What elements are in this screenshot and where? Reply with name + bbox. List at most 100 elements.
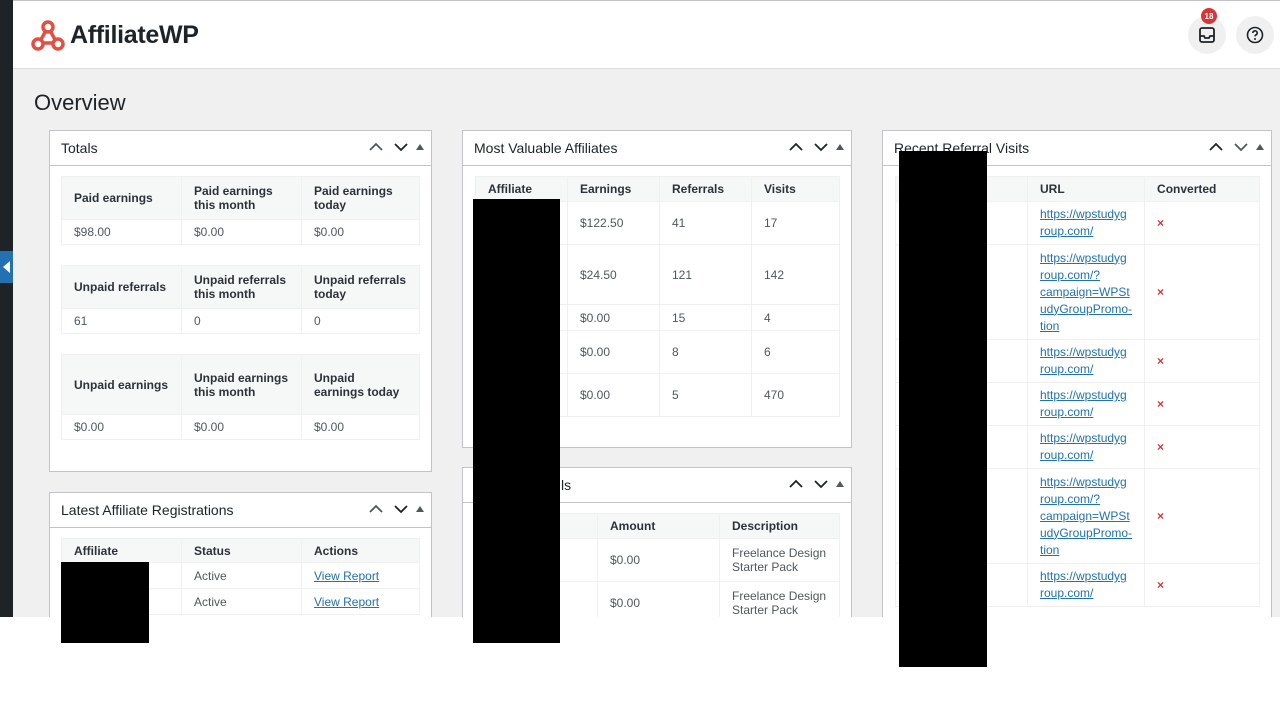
chevron-up-icon[interactable] bbox=[783, 137, 808, 157]
earnings-cell: $122.50 bbox=[567, 201, 660, 245]
chevron-up-icon[interactable] bbox=[1203, 137, 1228, 157]
widget-controls bbox=[783, 137, 847, 157]
toggle-arrow-icon[interactable] bbox=[1253, 137, 1267, 157]
amount-cell: $0.00 bbox=[597, 581, 720, 617]
brand-logo[interactable]: AffiliateWP bbox=[31, 19, 199, 51]
not-converted-icon: × bbox=[1157, 285, 1165, 299]
column-header: Amount bbox=[597, 513, 720, 539]
redaction-block bbox=[61, 617, 149, 643]
column-header: Paid earnings today bbox=[301, 176, 420, 220]
widget-header: Latest Affiliate Registrations bbox=[50, 493, 431, 528]
view-report-link[interactable]: View Report bbox=[314, 569, 379, 583]
widget-controls bbox=[363, 137, 427, 157]
visits-cell: 6 bbox=[751, 330, 840, 374]
column-header: Affiliate bbox=[61, 538, 182, 563]
converted-cell: × bbox=[1144, 382, 1260, 426]
chevron-down-icon[interactable] bbox=[388, 499, 413, 519]
toggle-arrow-icon[interactable] bbox=[833, 137, 847, 157]
table-cell: 61 bbox=[61, 308, 182, 334]
converted-cell: × bbox=[1144, 425, 1260, 469]
toggle-arrow-icon[interactable] bbox=[833, 474, 847, 494]
widget-header: Totals bbox=[50, 131, 431, 166]
visit-url-link[interactable]: https://wpstudyg roup.com/ bbox=[1040, 431, 1127, 462]
converted-cell: × bbox=[1144, 468, 1260, 564]
widget-title: Totals bbox=[61, 140, 98, 156]
column-header: Visits bbox=[751, 176, 840, 202]
converted-cell: × bbox=[1144, 244, 1260, 340]
referrals-cell: 121 bbox=[659, 244, 752, 305]
unpaid-earnings-table: Unpaid earnings Unpaid earnings this mont… bbox=[61, 354, 420, 440]
totals-widget: Totals Paid earnings Paid earnings this m… bbox=[49, 130, 432, 472]
table-cell: $0.00 bbox=[301, 414, 420, 440]
chevron-up-icon[interactable] bbox=[783, 474, 808, 494]
url-cell: https://wpstudyg roup.com/ bbox=[1026, 201, 1146, 245]
referrals-cell: 5 bbox=[659, 373, 752, 417]
visit-url-link[interactable]: https://wpstudyg roup.com/ bbox=[1040, 569, 1127, 600]
inbox-icon bbox=[1199, 27, 1215, 43]
not-converted-icon: × bbox=[1157, 440, 1165, 454]
status-cell: Active bbox=[181, 562, 302, 589]
page-title: Overview bbox=[34, 90, 126, 115]
redaction-block bbox=[473, 617, 560, 643]
collapse-sidebar-toggle[interactable] bbox=[0, 251, 13, 283]
earnings-cell: $0.00 bbox=[567, 304, 660, 331]
not-converted-icon: × bbox=[1157, 216, 1165, 230]
not-converted-icon: × bbox=[1157, 354, 1165, 368]
chevron-down-icon[interactable] bbox=[808, 137, 833, 157]
column-header: Unpaid referrals this month bbox=[181, 265, 302, 309]
redaction-block bbox=[899, 151, 987, 617]
column-header: Unpaid referrals today bbox=[301, 265, 420, 309]
column-header: Earnings bbox=[567, 176, 660, 202]
visit-url-link[interactable]: https://wpstudyg roup.com/ bbox=[1040, 207, 1127, 238]
table-cell: $0.00 bbox=[181, 414, 302, 440]
column-header: Paid earnings this month bbox=[181, 176, 302, 220]
column-header: Unpaid referrals bbox=[61, 265, 182, 309]
help-button[interactable] bbox=[1236, 16, 1274, 54]
admin-sidebar bbox=[0, 0, 13, 617]
referrals-cell: 41 bbox=[659, 201, 752, 245]
visits-cell: 142 bbox=[751, 244, 840, 305]
description-cell: Freelance Design Starter Pack bbox=[719, 538, 840, 582]
column-header: Unpaid earnings this month bbox=[181, 354, 302, 415]
chevron-up-icon[interactable] bbox=[363, 137, 388, 157]
table-cell: 0 bbox=[181, 308, 302, 334]
toggle-arrow-icon[interactable] bbox=[413, 137, 427, 157]
brand-name: AffiliateWP bbox=[70, 20, 199, 49]
url-cell: https://wpstudyg roup.com/ bbox=[1026, 563, 1146, 607]
chevron-down-icon[interactable] bbox=[808, 474, 833, 494]
amount-cell: $0.00 bbox=[597, 538, 720, 582]
url-cell: https://wpstudyg roup.com/ bbox=[1026, 339, 1146, 383]
visit-url-link[interactable]: https://wpstudyg roup.com/ bbox=[1040, 345, 1127, 376]
chevron-up-icon[interactable] bbox=[363, 499, 388, 519]
unpaid-referrals-table: Unpaid referrals Unpaid referrals this mo… bbox=[61, 265, 420, 334]
column-header: Unpaid earnings today bbox=[301, 354, 420, 415]
paid-earnings-table: Paid earnings Paid earnings this month Pai… bbox=[61, 176, 420, 245]
visit-url-link[interactable]: https://wpstudyg roup.com/? campaign=WPSt u… bbox=[1040, 251, 1132, 333]
not-converted-icon: × bbox=[1157, 509, 1165, 523]
widget-title: Latest Affiliate Registrations bbox=[61, 502, 234, 518]
widget-controls bbox=[363, 499, 427, 519]
column-header: Converted bbox=[1144, 176, 1260, 202]
visit-url-link[interactable]: https://wpstudyg roup.com/ bbox=[1040, 388, 1127, 419]
redaction-block bbox=[61, 562, 149, 617]
visits-cell: 4 bbox=[751, 304, 840, 331]
earnings-cell: $0.00 bbox=[567, 330, 660, 374]
table-cell: $0.00 bbox=[181, 219, 302, 245]
widget-controls bbox=[783, 474, 847, 494]
top-header: AffiliateWP bbox=[13, 0, 1280, 69]
visits-cell: 470 bbox=[751, 373, 840, 417]
chevron-down-icon[interactable] bbox=[388, 137, 413, 157]
converted-cell: × bbox=[1144, 201, 1260, 245]
toggle-arrow-icon[interactable] bbox=[413, 499, 427, 519]
column-header: URL bbox=[1026, 176, 1146, 202]
view-report-link[interactable]: View Report bbox=[314, 595, 379, 609]
chevron-down-icon[interactable] bbox=[1228, 137, 1253, 157]
table-cell: $98.00 bbox=[61, 219, 182, 245]
url-cell: https://wpstudyg roup.com/ bbox=[1026, 425, 1146, 469]
column-header: Paid earnings bbox=[61, 176, 182, 220]
visit-url-link[interactable]: https://wpstudyg roup.com/? campaign=WPSt u… bbox=[1040, 475, 1132, 557]
column-header: Affiliate bbox=[475, 176, 568, 202]
column-header: Actions bbox=[301, 538, 420, 563]
table-cell: $0.00 bbox=[301, 219, 420, 245]
widget-controls bbox=[1203, 137, 1267, 157]
